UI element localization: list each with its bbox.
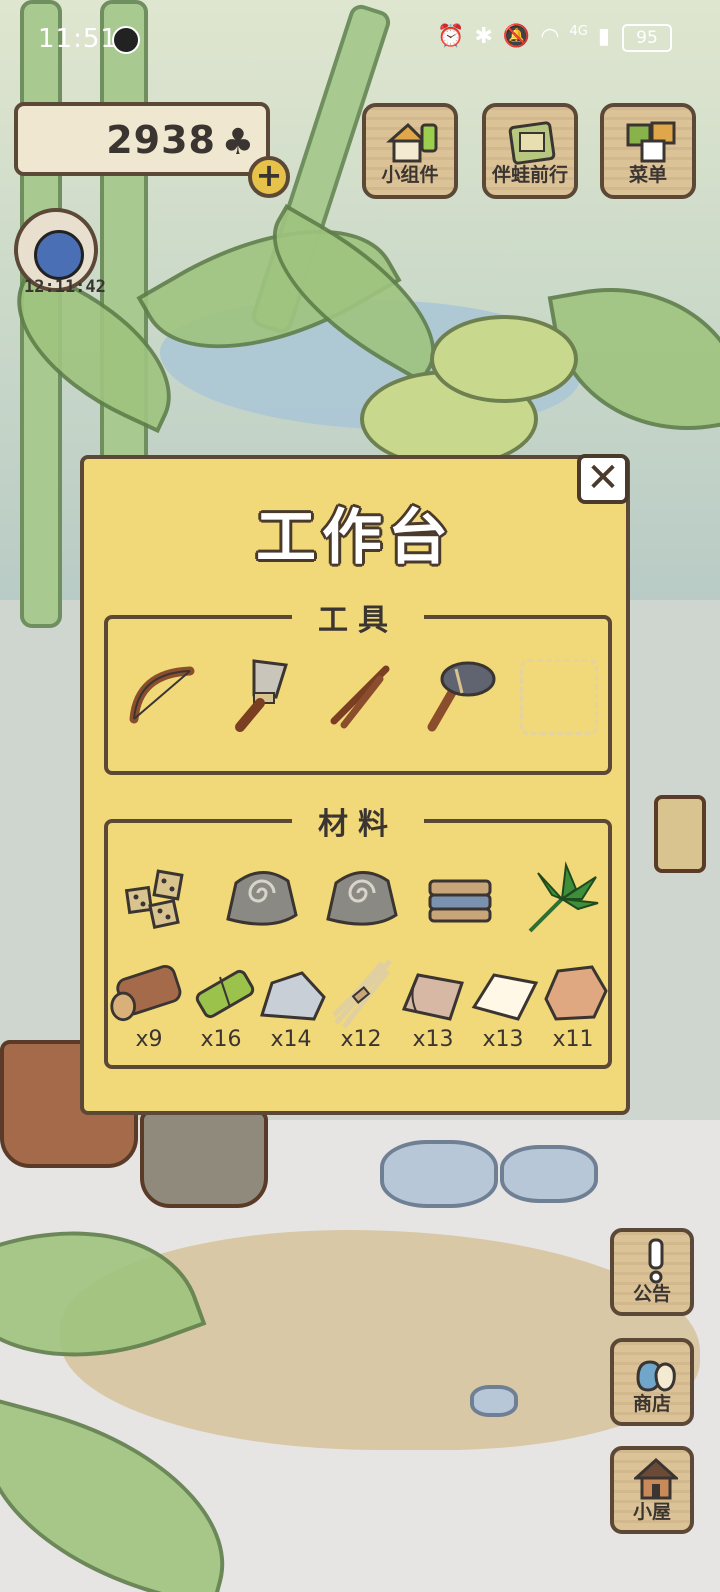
material-count: x9	[135, 1027, 163, 1052]
mossy-pot	[140, 1110, 268, 1208]
bluetooth-icon: ✱	[474, 24, 493, 49]
snow-rock	[500, 1145, 598, 1203]
qq-notification-icon	[112, 26, 140, 54]
widgets-label: 小组件	[381, 164, 439, 186]
material-count: x11	[552, 1027, 594, 1052]
status-icons: ⏰ ✱ 🔕 ◠ 4G ▮	[437, 24, 610, 49]
material-count: x13	[412, 1027, 454, 1052]
clay-icon[interactable]	[540, 959, 610, 1029]
status-bar: 11:51 ⏰ ✱ 🔕 ◠ 4G ▮ 95	[0, 18, 720, 62]
stone-icon[interactable]	[258, 963, 328, 1029]
snow-rock	[380, 1140, 498, 1208]
tools-header: 工具	[292, 603, 424, 638]
stone-knife-icon[interactable]	[220, 655, 300, 735]
notice-label: 公告	[632, 1283, 671, 1305]
stone-hammer-icon[interactable]	[418, 655, 498, 735]
paper-icon[interactable]	[470, 963, 540, 1029]
widgets-button[interactable]: 小组件	[362, 103, 458, 199]
spiral-stone-icon[interactable]	[322, 859, 402, 939]
fiber-icon[interactable]	[330, 957, 396, 1029]
dice-icon[interactable]	[122, 859, 202, 939]
mute-icon: 🔕	[502, 24, 531, 49]
widgets-icon	[386, 122, 438, 163]
signal-icon: ▮	[597, 24, 610, 49]
pebble	[470, 1385, 518, 1417]
bamboo-icon[interactable]	[188, 959, 258, 1029]
hide-icon[interactable]	[398, 963, 468, 1029]
house-label: 小屋	[632, 1501, 671, 1523]
shop-label: 商店	[632, 1393, 671, 1415]
shop-button[interactable]: 商店	[610, 1338, 694, 1426]
notice-button[interactable]: 公告	[610, 1228, 694, 1316]
menu-icon	[626, 121, 676, 163]
frog-avatar-icon	[34, 230, 84, 280]
material-count: x14	[270, 1027, 312, 1052]
palm-leaf-icon[interactable]	[522, 859, 602, 939]
fire-sticks-icon[interactable]	[320, 655, 400, 735]
house-icon	[634, 1457, 678, 1500]
dialog-title: 工作台	[256, 503, 454, 573]
bow-icon[interactable]	[124, 655, 204, 735]
empty-tool-slot[interactable]	[520, 659, 598, 735]
menu-label: 菜单	[628, 164, 667, 186]
travel-map-icon	[508, 121, 556, 165]
material-count: x12	[340, 1027, 382, 1052]
tools-section: 工具	[104, 603, 612, 775]
tree-stump	[654, 795, 706, 873]
alarm-icon: ⏰	[437, 24, 465, 49]
lily-pad	[430, 315, 578, 403]
material-count: x16	[200, 1027, 242, 1052]
close-button[interactable]: ✕	[577, 454, 629, 504]
exclamation-icon	[648, 1238, 664, 1284]
add-clover-button[interactable]: +	[248, 156, 290, 198]
materials-header: 材料	[292, 807, 424, 842]
travel-button[interactable]: 伴蛙前行	[482, 103, 578, 199]
return-timer: 12:11:42	[24, 277, 106, 297]
material-count: x13	[482, 1027, 524, 1052]
folded-cloth-icon[interactable]	[422, 859, 502, 939]
menu-button[interactable]: 菜单	[600, 103, 696, 199]
workbench-dialog: 工作台 工具 材料 x9 x16 x14 x12 x13 x13 x11	[80, 455, 630, 1115]
house-button[interactable]: 小屋	[610, 1446, 694, 1534]
network-type: 4G	[569, 24, 588, 39]
wifi-icon: ◠	[540, 24, 560, 49]
materials-section: 材料 x9 x16 x14 x12 x13 x13 x11	[104, 807, 612, 1069]
shop-bags-icon	[636, 1360, 676, 1392]
clover-counter: 2938 ♣	[14, 102, 270, 176]
clover-icon: ♣	[221, 122, 254, 163]
log-icon[interactable]	[108, 959, 184, 1029]
battery-level: 95	[622, 24, 672, 52]
travel-label: 伴蛙前行	[491, 164, 568, 186]
clover-count: 2938	[106, 118, 216, 162]
status-time: 11:51	[38, 24, 118, 54]
spiral-stone-icon[interactable]	[222, 859, 302, 939]
